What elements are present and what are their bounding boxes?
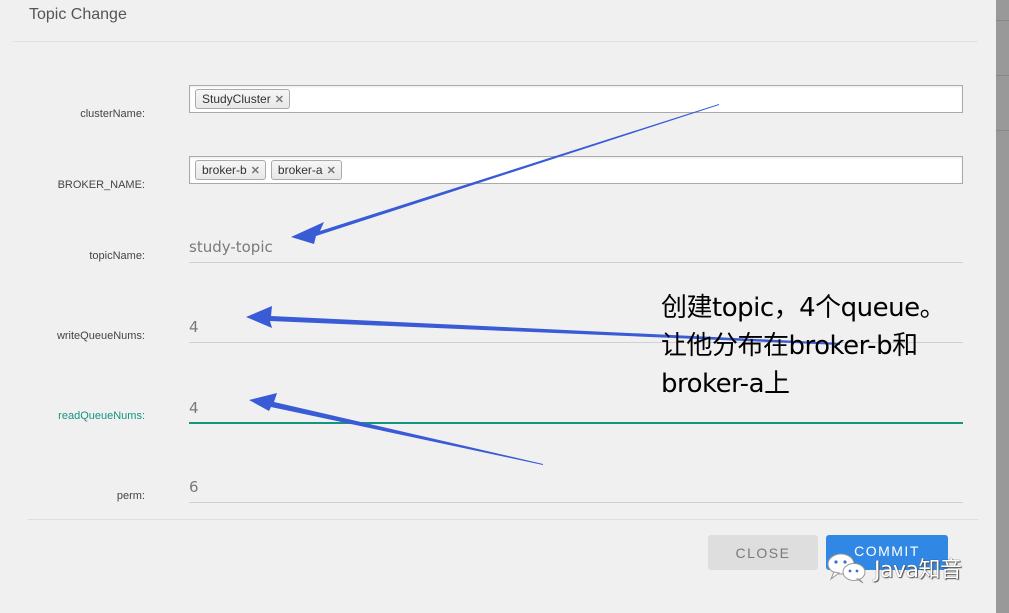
- annotation-line: 让他分布在broker-b和: [661, 331, 918, 361]
- remove-tag-icon[interactable]: ✕: [327, 164, 336, 177]
- tag-broker-a: broker-a ✕: [270, 160, 342, 180]
- perm-label: perm:: [116, 490, 145, 502]
- annotation-line: broker-a上: [661, 369, 790, 399]
- cluster-name-label: clusterName:: [80, 108, 145, 120]
- tag-label: StudyCluster: [202, 92, 271, 106]
- page-scrollbar[interactable]: [996, 0, 1009, 613]
- dialog-title: Topic Change: [29, 6, 127, 23]
- cluster-name-select[interactable]: StudyCluster ✕: [189, 85, 963, 113]
- write-queue-nums-label: writeQueueNums:: [56, 330, 145, 342]
- topic-name-input[interactable]: [189, 238, 963, 256]
- annotation-text: 创建topic，4个queue。 让他分布在broker-b和 broker-a…: [661, 289, 946, 403]
- title-divider: [13, 41, 978, 42]
- footer-divider: [28, 519, 978, 520]
- scrollbar-segment: [996, 75, 1009, 76]
- read-queue-nums-label: readQueueNums:: [58, 410, 145, 422]
- scrollbar-segment: [996, 130, 1009, 131]
- watermark: Java知音: [826, 552, 962, 584]
- scrollbar-segment: [996, 20, 1009, 21]
- annotation-line: 创建topic，4个queue。: [661, 293, 946, 323]
- remove-tag-icon[interactable]: ✕: [251, 164, 260, 177]
- broker-name-label: BROKER_NAME:: [57, 179, 145, 191]
- topic-name-label: topicName:: [89, 250, 145, 262]
- remove-tag-icon[interactable]: ✕: [275, 93, 284, 106]
- tag-studycluster: StudyCluster ✕: [195, 89, 290, 109]
- tag-broker-b: broker-b ✕: [195, 160, 266, 180]
- watermark-text: Java知音: [874, 558, 962, 583]
- close-button[interactable]: CLOSE: [708, 535, 818, 570]
- wechat-icon: [827, 553, 866, 584]
- broker-name-select[interactable]: broker-b ✕ broker-a ✕: [189, 156, 963, 184]
- tag-label: broker-b: [202, 163, 247, 177]
- tag-label: broker-a: [277, 163, 323, 177]
- perm-input[interactable]: [189, 478, 963, 496]
- topic-name-field: [189, 233, 963, 263]
- perm-field: [189, 473, 963, 503]
